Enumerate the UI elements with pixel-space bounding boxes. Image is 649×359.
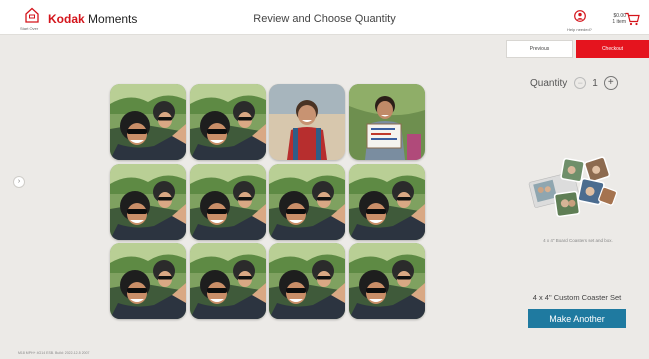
- cart-summary[interactable]: $0.00 1 item: [606, 13, 626, 25]
- quantity-label: Quantity: [530, 77, 568, 89]
- photo-tile[interactable]: [189, 163, 266, 240]
- photo-tile[interactable]: [110, 84, 186, 160]
- start-over-label[interactable]: Start Over: [20, 26, 38, 31]
- photo-tile[interactable]: [269, 84, 345, 160]
- previous-button[interactable]: Previous: [506, 40, 573, 58]
- photo-tile[interactable]: [189, 84, 266, 160]
- quantity-decrement-button[interactable]: −: [574, 77, 587, 89]
- top-bar: Start Over Kodak Moments Review and Choo…: [0, 0, 649, 35]
- cart-icon[interactable]: [625, 12, 640, 31]
- help-icon[interactable]: [566, 9, 594, 27]
- page-title: Review and Choose Quantity: [253, 13, 396, 25]
- photo-tile[interactable]: [348, 163, 425, 240]
- quantity-value: 1: [592, 77, 598, 89]
- expand-drawer-button[interactable]: ›: [13, 176, 25, 188]
- quantity-stepper: Quantity − 1 +: [530, 76, 618, 90]
- product-title: 4 x 4" Custom Coaster Set: [532, 293, 622, 302]
- make-another-button[interactable]: Make Another: [528, 309, 626, 328]
- product-caption: 4 x 4" Board Coasters set and box.: [543, 238, 613, 243]
- photo-tile[interactable]: [348, 84, 425, 160]
- product-preview-image: [527, 154, 619, 224]
- photo-tile[interactable]: [348, 243, 425, 319]
- quantity-increment-button[interactable]: +: [603, 76, 618, 90]
- photo-tile[interactable]: [269, 163, 345, 240]
- checkout-button[interactable]: Checkout: [576, 40, 649, 58]
- photo-tile[interactable]: [269, 243, 345, 319]
- build-info: M18 MPH+ 4G14 ESB. Build: 2022-12-5 2007: [18, 351, 90, 355]
- photo-tile[interactable]: [110, 243, 186, 319]
- photo-tile[interactable]: [189, 243, 266, 319]
- photo-tile[interactable]: [110, 163, 186, 240]
- cart-items: 1 item: [612, 19, 626, 25]
- help-label[interactable]: Help needed?: [567, 27, 592, 32]
